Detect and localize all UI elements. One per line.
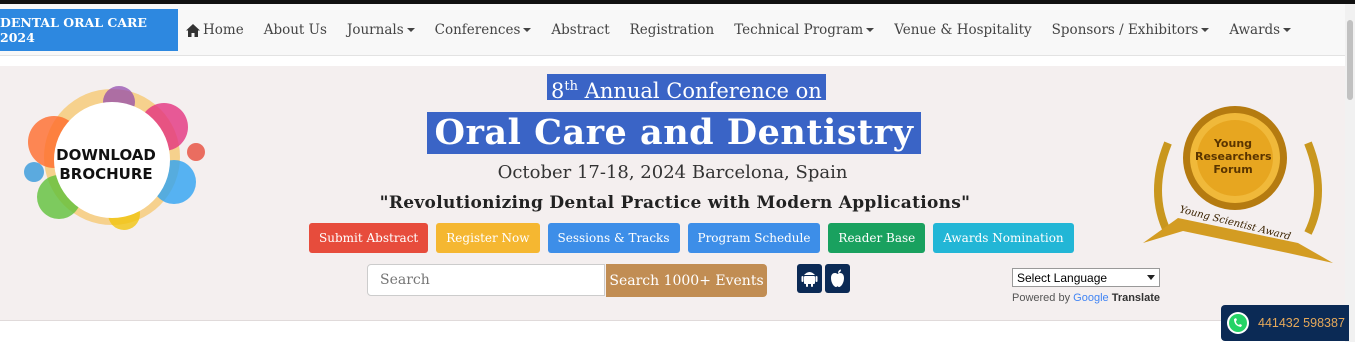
nav-venue-label: Venue & Hospitality <box>894 22 1032 38</box>
award-badge-text: Young Researchers Forum <box>1195 137 1272 176</box>
caret-down-icon <box>1201 28 1210 32</box>
nav-abstract[interactable]: Abstract <box>551 22 609 38</box>
reader-base-button[interactable]: Reader Base <box>828 223 926 253</box>
action-buttons: Submit Abstract Register Now Sessions & … <box>309 223 1082 253</box>
nav-sponsors[interactable]: Sponsors / Exhibitors <box>1052 22 1210 38</box>
nav-technical-program[interactable]: Technical Program <box>734 22 875 38</box>
nav-awards[interactable]: Awards <box>1229 22 1292 38</box>
android-app-link[interactable] <box>797 264 822 293</box>
caret-down-icon <box>406 28 415 32</box>
nav-journals[interactable]: Journals <box>347 22 415 38</box>
caret-down-icon <box>1283 28 1292 32</box>
scrollbar-thumb[interactable] <box>1347 20 1353 100</box>
young-researchers-award-badge[interactable] <box>1138 103 1338 263</box>
translate-label[interactable]: Translate <box>1112 292 1160 304</box>
powered-by-text: Powered by <box>1012 292 1074 304</box>
apple-icon <box>831 269 844 287</box>
submit-abstract-button[interactable]: Submit Abstract <box>309 223 429 253</box>
navbar: DENTAL ORAL CARE 2024 Home About Us Jour… <box>0 4 1345 56</box>
language-select[interactable]: Select Language <box>1012 268 1160 287</box>
nav-venue[interactable]: Venue & Hospitality <box>894 22 1031 38</box>
android-icon <box>801 272 818 287</box>
brand-logo[interactable]: DENTAL ORAL CARE 2024 <box>0 9 178 51</box>
nav-abstract-label: Abstract <box>551 22 610 38</box>
caret-down-icon <box>523 28 532 32</box>
apple-app-link[interactable] <box>825 264 850 293</box>
nav-about-us-label: About Us <box>263 22 327 38</box>
whatsapp-contact[interactable]: 441432 598387 <box>1221 305 1349 341</box>
whatsapp-phone: 441432 598387 <box>1258 316 1345 330</box>
nav-registration[interactable]: Registration <box>630 22 715 38</box>
award-line3: Forum <box>1213 163 1253 176</box>
nav-home[interactable]: Home <box>186 22 244 38</box>
home-icon <box>186 23 200 37</box>
ordinal-suffix: th <box>564 79 578 94</box>
subtitle-text: Annual Conference on <box>577 79 822 103</box>
conference-title: Oral Care and Dentistry <box>427 112 921 154</box>
language-select-value: Select Language <box>1017 270 1108 285</box>
nav-about-us[interactable]: About Us <box>264 22 327 38</box>
award-line1: Young <box>1213 137 1253 150</box>
whatsapp-icon <box>1227 312 1249 334</box>
google-translate-credit: Powered by Google Translate <box>1012 292 1160 304</box>
award-line2: Researchers <box>1195 150 1272 163</box>
search-button[interactable]: Search 1000+ Events <box>606 264 767 297</box>
page-scrollbar[interactable] <box>1345 4 1355 342</box>
sessions-tracks-button[interactable]: Sessions & Tracks <box>547 223 680 253</box>
nav-technical-program-label: Technical Program <box>734 22 864 38</box>
nav-sponsors-label: Sponsors / Exhibitors <box>1051 22 1199 38</box>
conference-subtitle: 8th Annual Conference on <box>547 74 826 103</box>
nav-registration-label: Registration <box>629 22 715 38</box>
ordinal-number: 8 <box>551 79 565 103</box>
nav-awards-label: Awards <box>1229 22 1281 38</box>
program-schedule-button[interactable]: Program Schedule <box>687 223 821 253</box>
nav-home-label: Home <box>203 22 244 38</box>
google-wordmark[interactable]: Google <box>1073 292 1108 304</box>
chevron-down-icon <box>1147 275 1155 280</box>
nav-conferences[interactable]: Conferences <box>435 22 532 38</box>
register-now-button[interactable]: Register Now <box>436 223 540 253</box>
awards-nomination-button[interactable]: Awards Nomination <box>933 223 1074 253</box>
nav-journals-label: Journals <box>346 22 404 38</box>
search-input[interactable] <box>367 264 605 296</box>
nav-conferences-label: Conferences <box>434 22 521 38</box>
nav-menu: Home About Us Journals Conferences Abstr… <box>186 9 1311 51</box>
caret-down-icon <box>866 28 875 32</box>
